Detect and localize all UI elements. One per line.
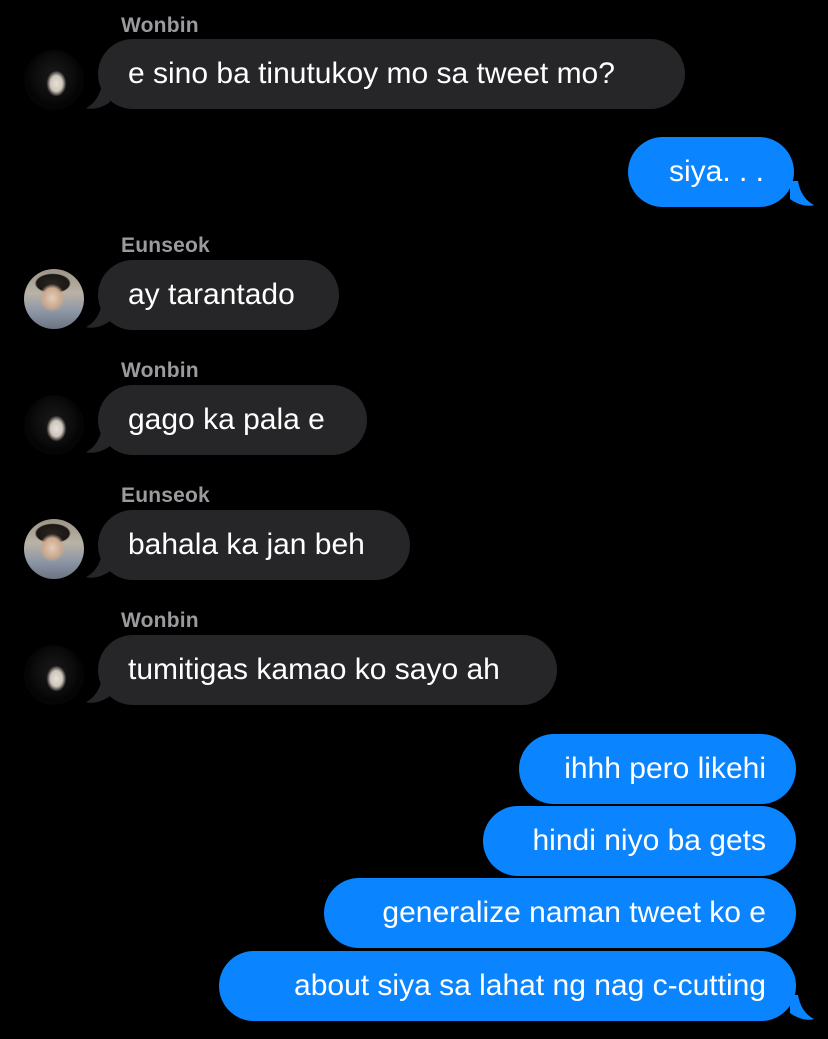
incoming-message-bubble[interactable]: gago ka pala e [98,385,367,455]
incoming-message-bubble[interactable]: ay tarantado [98,260,339,330]
outgoing-message-bubble[interactable]: ihhh pero likehi [519,734,796,804]
wonbin-avatar[interactable] [24,645,84,705]
incoming-message-bubble[interactable]: bahala ka jan beh [98,510,410,580]
incoming-message-bubble[interactable]: tumitigas kamao ko sayo ah [98,635,557,705]
outgoing-message-bubble[interactable]: generalize naman tweet ko e [324,878,796,948]
sender-name: Wonbin [121,359,199,382]
outgoing-message-bubble[interactable]: siya. . . [628,137,794,207]
eunseok-avatar[interactable] [24,519,84,579]
outgoing-message-bubble[interactable]: hindi niyo ba gets [483,806,796,876]
outgoing-bubble-tail [790,995,814,1020]
chat-thread: Wonbin e sino ba tinutukoy mo sa tweet m… [0,0,828,1039]
sender-name: Wonbin [121,14,199,37]
sender-name: Eunseok [121,234,210,257]
sender-name: Eunseok [121,484,210,507]
eunseok-avatar[interactable] [24,269,84,329]
sender-name: Wonbin [121,609,199,632]
incoming-message-bubble[interactable]: e sino ba tinutukoy mo sa tweet mo? [98,39,685,109]
outgoing-message-bubble[interactable]: about siya sa lahat ng nag c-cutting [219,951,796,1021]
wonbin-avatar[interactable] [24,395,84,455]
outgoing-bubble-tail [790,181,814,206]
wonbin-avatar[interactable] [24,50,84,110]
